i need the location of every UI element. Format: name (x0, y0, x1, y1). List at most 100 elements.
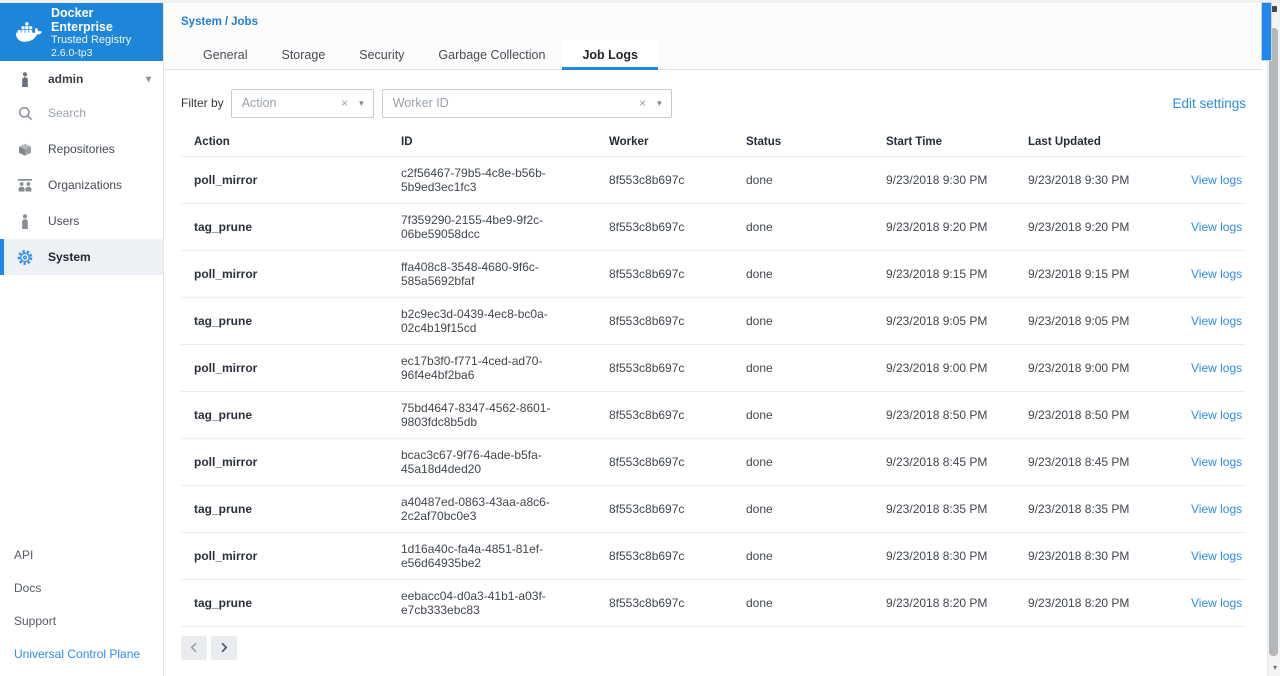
view-logs-link[interactable]: View logs (1191, 502, 1242, 516)
view-logs-link[interactable]: View logs (1191, 220, 1242, 234)
sidebar-footer: API Docs Support Universal Control Plane (0, 545, 163, 664)
chevron-down-icon[interactable]: ▾ (359, 98, 364, 109)
cell-last-updated: 9/23/2018 8:35 PM (1028, 485, 1191, 533)
view-logs-link[interactable]: View logs (1191, 549, 1242, 563)
next-page-button[interactable] (211, 635, 237, 660)
sidebar-item-system[interactable]: System (0, 239, 163, 275)
footer-link-support[interactable]: Support (14, 611, 163, 631)
user-icon (17, 71, 33, 87)
view-logs-link[interactable]: View logs (1191, 267, 1242, 281)
chevron-down-icon[interactable]: ▾ (657, 98, 662, 109)
sidebar-item-label: Repositories (48, 142, 115, 156)
column-header-worker: Worker (609, 128, 746, 157)
sidebar-item-search[interactable]: Search (0, 95, 163, 131)
chevron-left-icon (190, 642, 198, 653)
table-row: tag_prune 75bd4647-8347-4562-8601-9803fd… (181, 391, 1246, 439)
cell-worker: 8f553c8b697c (609, 438, 746, 486)
cell-id: 7f359290-2155-4be9-9f2c-06be59058dcc (401, 203, 609, 251)
view-logs-link[interactable]: View logs (1191, 361, 1242, 375)
table-header-row: Action ID Worker Status Start Time Last … (181, 128, 1246, 157)
cell-worker: 8f553c8b697c (609, 391, 746, 439)
tab-garbage-collection[interactable]: Garbage Collection (421, 40, 562, 70)
job-logs-table: Action ID Worker Status Start Time Last … (181, 128, 1246, 627)
action-filter-placeholder: Action (241, 96, 277, 110)
view-logs-link[interactable]: View logs (1191, 408, 1242, 422)
worker-id-filter-select[interactable]: Worker ID × ▾ (381, 88, 672, 118)
cell-last-updated: 9/23/2018 8:30 PM (1028, 532, 1191, 580)
cell-last-updated: 9/23/2018 8:50 PM (1028, 391, 1191, 439)
cell-id: a40487ed-0863-43aa-a8c6-2c2af70bc0e3 (401, 485, 609, 533)
sidebar-item-users[interactable]: Users (0, 203, 163, 239)
cell-last-updated: 9/23/2018 9:30 PM (1028, 156, 1191, 204)
main-content: System / Jobs General Storage Security Gar… (165, 3, 1262, 676)
clear-icon[interactable]: × (341, 96, 348, 110)
cell-start-time: 9/23/2018 8:35 PM (886, 485, 1028, 533)
cell-action: poll_mirror (181, 438, 401, 486)
cell-last-updated: 9/23/2018 9:00 PM (1028, 344, 1191, 392)
filter-by-label: Filter by (181, 96, 224, 110)
gear-icon (17, 249, 33, 266)
scrollbar[interactable]: ▾ (1267, 0, 1280, 676)
sidebar-item-label: System (48, 250, 91, 264)
app-product: Trusted Registry (51, 33, 132, 46)
tab-security[interactable]: Security (342, 40, 421, 70)
tab-storage[interactable]: Storage (264, 40, 342, 70)
footer-link-universal-control-plane[interactable]: Universal Control Plane (14, 644, 163, 664)
edit-settings-link[interactable]: Edit settings (1172, 96, 1246, 111)
footer-link-docs[interactable]: Docs (14, 578, 163, 598)
footer-link-api[interactable]: API (14, 545, 163, 565)
sidebar-item-label: Organizations (48, 178, 123, 192)
view-logs-link[interactable]: View logs (1191, 455, 1242, 469)
organizations-icon (17, 178, 33, 192)
filter-row: Filter by Action × ▾ Worker ID × ▾ Edit … (181, 88, 1246, 118)
tab-job-logs[interactable]: Job Logs (562, 40, 658, 70)
table-row: tag_prune 7f359290-2155-4be9-9f2c-06be59… (181, 203, 1246, 251)
breadcrumb-jobs[interactable]: Jobs (231, 16, 258, 28)
previous-page-button[interactable] (181, 635, 207, 660)
cell-start-time: 9/23/2018 9:20 PM (886, 203, 1028, 251)
cell-last-updated: 9/23/2018 9:20 PM (1028, 203, 1191, 251)
cell-action: poll_mirror (181, 532, 401, 580)
cell-start-time: 9/23/2018 8:50 PM (886, 391, 1028, 439)
column-header-last-updated: Last Updated (1028, 128, 1191, 157)
page-header-band: System / Jobs General Storage Security Gar… (165, 3, 1262, 70)
view-logs-link[interactable]: View logs (1191, 314, 1242, 328)
cell-status: done (746, 297, 886, 345)
sidebar-item-repositories[interactable]: Repositories (0, 131, 163, 167)
scroll-down-arrow-icon[interactable]: ▾ (1273, 663, 1277, 672)
cell-start-time: 9/23/2018 9:30 PM (886, 156, 1028, 204)
cell-start-time: 9/23/2018 9:00 PM (886, 344, 1028, 392)
cell-status: done (746, 344, 886, 392)
cell-status: done (746, 391, 886, 439)
cell-worker: 8f553c8b697c (609, 203, 746, 251)
user-label: admin (48, 72, 84, 86)
clear-icon[interactable]: × (639, 96, 646, 110)
cell-action: poll_mirror (181, 156, 401, 204)
breadcrumb: System / Jobs (181, 16, 258, 28)
cell-worker: 8f553c8b697c (609, 485, 746, 533)
breadcrumb-system[interactable]: System (181, 16, 222, 28)
view-logs-link[interactable]: View logs (1191, 596, 1242, 610)
scrollbar-thumb[interactable] (1269, 28, 1278, 656)
pagination (181, 635, 1262, 660)
sidebar-item-label: Users (48, 214, 80, 228)
sidebar-item-organizations[interactable]: Organizations (0, 167, 163, 203)
cell-worker: 8f553c8b697c (609, 532, 746, 580)
search-icon (17, 106, 33, 121)
cell-id: bcac3c67-9f76-4ade-b5fa-45a18d4ded20 (401, 438, 609, 486)
table-row: poll_mirror bcac3c67-9f76-4ade-b5fa-45a1… (181, 438, 1246, 486)
column-header-actions (1191, 128, 1246, 157)
window-top-strip (0, 0, 1280, 3)
action-filter-select[interactable]: Action × ▾ (230, 88, 374, 118)
column-header-start-time: Start Time (886, 128, 1028, 157)
user-menu[interactable]: admin ▾ (0, 63, 163, 95)
inner-scrollbar-thumb[interactable] (1261, 2, 1272, 61)
cell-id: eebacc04-d0a3-41b1-a03f-e7cb333ebc83 (401, 579, 609, 627)
view-logs-link[interactable]: View logs (1191, 173, 1242, 187)
cell-status: done (746, 203, 886, 251)
tab-general[interactable]: General (186, 40, 264, 70)
table-row: tag_prune a40487ed-0863-43aa-a8c6-2c2af7… (181, 485, 1246, 533)
job-table-body: poll_mirror c2f56467-79b5-4c8e-b56b-5b9e… (181, 156, 1246, 627)
breadcrumb-separator: / (224, 16, 229, 28)
cell-status: done (746, 579, 886, 627)
